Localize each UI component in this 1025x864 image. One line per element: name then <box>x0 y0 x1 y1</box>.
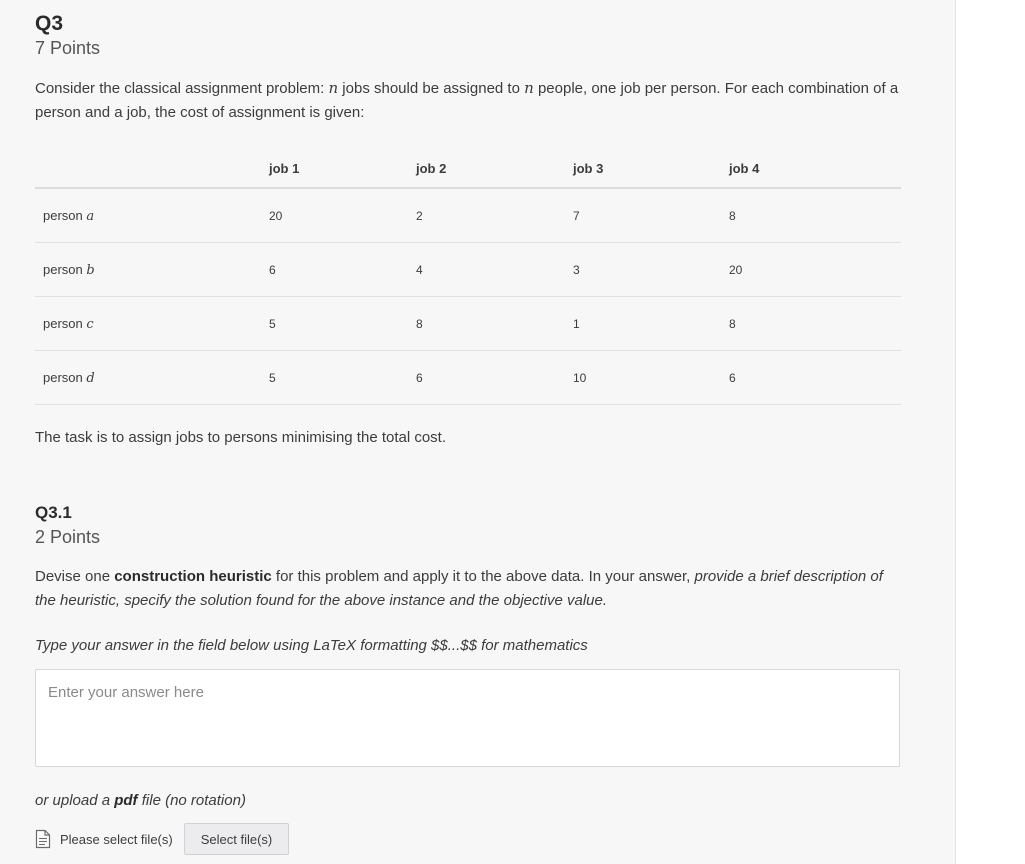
table-cell: 3 <box>573 242 729 297</box>
table-row: person d 5 6 10 6 <box>35 350 901 405</box>
table-cell: 8 <box>729 296 901 351</box>
upload-prefix: or upload a <box>35 792 115 809</box>
prompt-text-1: Consider the classical assignment proble… <box>35 80 329 97</box>
document-icon <box>35 829 51 849</box>
cost-table: job 1 job 2 job 3 job 4 person a 20 2 7 … <box>35 150 901 405</box>
prompt-text-2: jobs should be assigned to <box>338 80 525 97</box>
upload-instructions: or upload a pdf file (no rotation) <box>35 792 246 809</box>
math-var: a <box>86 208 95 224</box>
table-cell: 5 <box>269 350 416 405</box>
math-var: d <box>86 370 95 386</box>
math-var-n: n <box>524 79 534 97</box>
table-header-job-3: job 3 <box>573 150 729 189</box>
answer-instructions: Type your answer in the field below usin… <box>35 637 588 654</box>
person-label: person <box>43 261 87 277</box>
person-label: person <box>43 369 87 385</box>
table-cell: 5 <box>269 296 416 351</box>
table-cell: 20 <box>269 188 416 243</box>
select-files-button[interactable]: Select file(s) <box>183 823 290 855</box>
row-label: person a <box>35 188 269 243</box>
task-text: The task is to assign jobs to persons mi… <box>35 429 447 446</box>
table-header-job-2: job 2 <box>416 150 573 189</box>
table-header-job-1: job 1 <box>269 150 416 189</box>
sub-prompt-text-1: Devise one <box>35 568 115 585</box>
row-label: person c <box>35 296 269 351</box>
question-panel: Q3 7 Points Consider the classical assig… <box>0 0 956 864</box>
file-upload-row: Please select file(s) Select file(s) <box>35 823 290 855</box>
question-title: Q3 <box>35 12 64 35</box>
row-label: person b <box>35 242 269 297</box>
table-cell: 8 <box>416 296 573 351</box>
person-label: person <box>43 207 87 223</box>
table-header-corner <box>35 150 269 189</box>
table-cell: 8 <box>729 188 901 243</box>
sub-prompt-bold: construction heuristic <box>114 568 272 585</box>
row-label: person d <box>35 350 269 405</box>
question-prompt: Consider the classical assignment proble… <box>35 76 901 125</box>
file-status-text: Please select file(s) <box>60 831 173 847</box>
table-cell: 4 <box>416 242 573 297</box>
subquestion-prompt: Devise one construction heuristic for th… <box>35 565 901 613</box>
cost-table-header-row: job 1 job 2 job 3 job 4 <box>35 150 901 189</box>
table-header-job-4: job 4 <box>729 150 901 189</box>
math-var-n: n <box>328 79 339 97</box>
answer-field[interactable] <box>35 669 900 767</box>
table-row: person b 6 4 3 20 <box>35 242 901 297</box>
table-cell: 10 <box>573 350 729 405</box>
upload-format: pdf <box>114 792 138 809</box>
table-cell: 1 <box>573 296 729 351</box>
sub-prompt-text-2: for this problem and apply it to the abo… <box>271 568 695 585</box>
subquestion-title: Q3.1 <box>35 503 72 522</box>
math-var: c <box>86 316 94 332</box>
math-var: b <box>86 262 95 278</box>
upload-suffix: file (no rotation) <box>137 792 246 809</box>
subquestion-points: 2 Points <box>35 527 101 547</box>
table-cell: 6 <box>416 350 573 405</box>
person-label: person <box>43 315 87 331</box>
table-cell: 6 <box>269 242 416 297</box>
table-cell: 6 <box>729 350 901 405</box>
question-points: 7 Points <box>35 38 101 58</box>
table-row: person a 20 2 7 8 <box>35 188 901 243</box>
table-cell: 7 <box>573 188 729 243</box>
table-cell: 2 <box>416 188 573 243</box>
table-row: person c 5 8 1 8 <box>35 296 901 351</box>
table-cell: 20 <box>729 242 901 297</box>
